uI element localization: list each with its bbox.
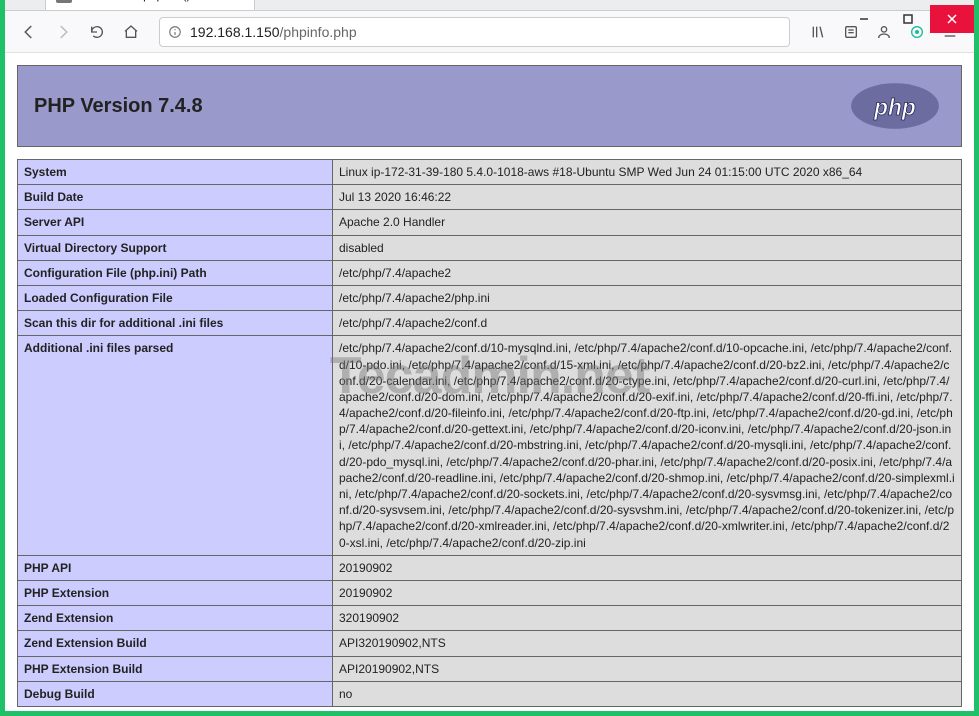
row-value: /etc/php/7.4/apache2/php.ini (333, 285, 962, 310)
browser-tab[interactable]: PHP 7.4.8 - phpinfo() ✕ (45, 0, 255, 10)
tab-favicon (56, 0, 72, 3)
table-row: Loaded Configuration File/etc/php/7.4/ap… (18, 285, 962, 310)
table-row: Additional .ini files parsed/etc/php/7.4… (18, 336, 962, 555)
row-value: Jul 13 2020 16:46:22 (333, 185, 962, 210)
table-row: Build DateJul 13 2020 16:46:22 (18, 185, 962, 210)
table-row: Zend Extension BuildAPI320190902,NTS (18, 631, 962, 656)
table-row: SystemLinux ip-172-31-39-180 5.4.0-1018-… (18, 160, 962, 185)
row-name: Virtual Directory Support (18, 235, 333, 260)
row-value: Linux ip-172-31-39-180 5.4.0-1018-aws #1… (333, 160, 962, 185)
table-row: Debug Buildno (18, 681, 962, 706)
table-row: Virtual Directory Supportdisabled (18, 235, 962, 260)
row-value: Apache 2.0 Handler (333, 210, 962, 235)
table-row: PHP Extension BuildAPI20190902,NTS (18, 656, 962, 681)
row-name: Additional .ini files parsed (18, 336, 333, 555)
phpinfo-header: PHP Version 7.4.8 php (17, 65, 962, 147)
row-name: Zend Extension (18, 606, 333, 631)
row-value: 20190902 (333, 580, 962, 605)
row-value: no (333, 681, 962, 706)
row-name: Scan this dir for additional .ini files (18, 311, 333, 336)
tab-bar: PHP 7.4.8 - phpinfo() ✕ + (5, 0, 974, 11)
table-row: PHP Extension20190902 (18, 580, 962, 605)
row-value: API20190902,NTS (333, 656, 962, 681)
row-name: Build Date (18, 185, 333, 210)
minimize-button[interactable] (842, 5, 886, 33)
row-value: 20190902 (333, 555, 962, 580)
table-row: Configuration File (php.ini) Path/etc/ph… (18, 260, 962, 285)
row-name: Debug Build (18, 681, 333, 706)
tab-title: PHP 7.4.8 - phpinfo() (78, 0, 224, 2)
row-value: /etc/php/7.4/apache2 (333, 260, 962, 285)
maximize-button[interactable] (886, 5, 930, 33)
row-name: PHP Extension Build (18, 656, 333, 681)
row-value: 320190902 (333, 606, 962, 631)
row-value: API320190902,NTS (333, 631, 962, 656)
row-name: System (18, 160, 333, 185)
row-name: Loaded Configuration File (18, 285, 333, 310)
window-controls (842, 5, 974, 33)
php-logo: php (845, 80, 945, 132)
table-row: Zend Extension320190902 (18, 606, 962, 631)
table-row: Server APIApache 2.0 Handler (18, 210, 962, 235)
row-name: Server API (18, 210, 333, 235)
row-name: Zend Extension Build (18, 631, 333, 656)
table-row: Scan this dir for additional .ini files/… (18, 311, 962, 336)
row-name: Configuration File (php.ini) Path (18, 260, 333, 285)
row-name: PHP Extension (18, 580, 333, 605)
nav-toolbar: 192.168.1.150/phpinfo.php (5, 11, 974, 53)
row-value: /etc/php/7.4/apache2/conf.d/10-mysqlnd.i… (333, 336, 962, 555)
phpinfo-table: SystemLinux ip-172-31-39-180 5.4.0-1018-… (17, 159, 962, 707)
close-button[interactable] (930, 5, 974, 33)
home-button[interactable] (115, 16, 147, 48)
page-content[interactable]: PHP Version 7.4.8 php SystemLinux ip-172… (5, 53, 974, 711)
svg-text:php: php (873, 94, 916, 120)
forward-button[interactable] (47, 16, 79, 48)
library-button[interactable] (802, 16, 834, 48)
php-version-heading: PHP Version 7.4.8 (34, 95, 203, 118)
tab-close-icon[interactable]: ✕ (230, 0, 246, 3)
row-value: disabled (333, 235, 962, 260)
row-value: /etc/php/7.4/apache2/conf.d (333, 311, 962, 336)
table-row: PHP API20190902 (18, 555, 962, 580)
row-name: PHP API (18, 555, 333, 580)
phpinfo-container: PHP Version 7.4.8 php SystemLinux ip-172… (5, 53, 974, 711)
url-bar[interactable]: 192.168.1.150/phpinfo.php (159, 17, 790, 47)
browser-window: PHP 7.4.8 - phpinfo() ✕ + (5, 5, 974, 711)
back-button[interactable] (13, 16, 45, 48)
new-tab-button[interactable]: + (261, 0, 291, 10)
url-text: 192.168.1.150/phpinfo.php (190, 24, 357, 40)
site-info-icon[interactable] (168, 25, 182, 39)
reload-button[interactable] (81, 16, 113, 48)
window-frame: PHP 7.4.8 - phpinfo() ✕ + (0, 0, 979, 716)
